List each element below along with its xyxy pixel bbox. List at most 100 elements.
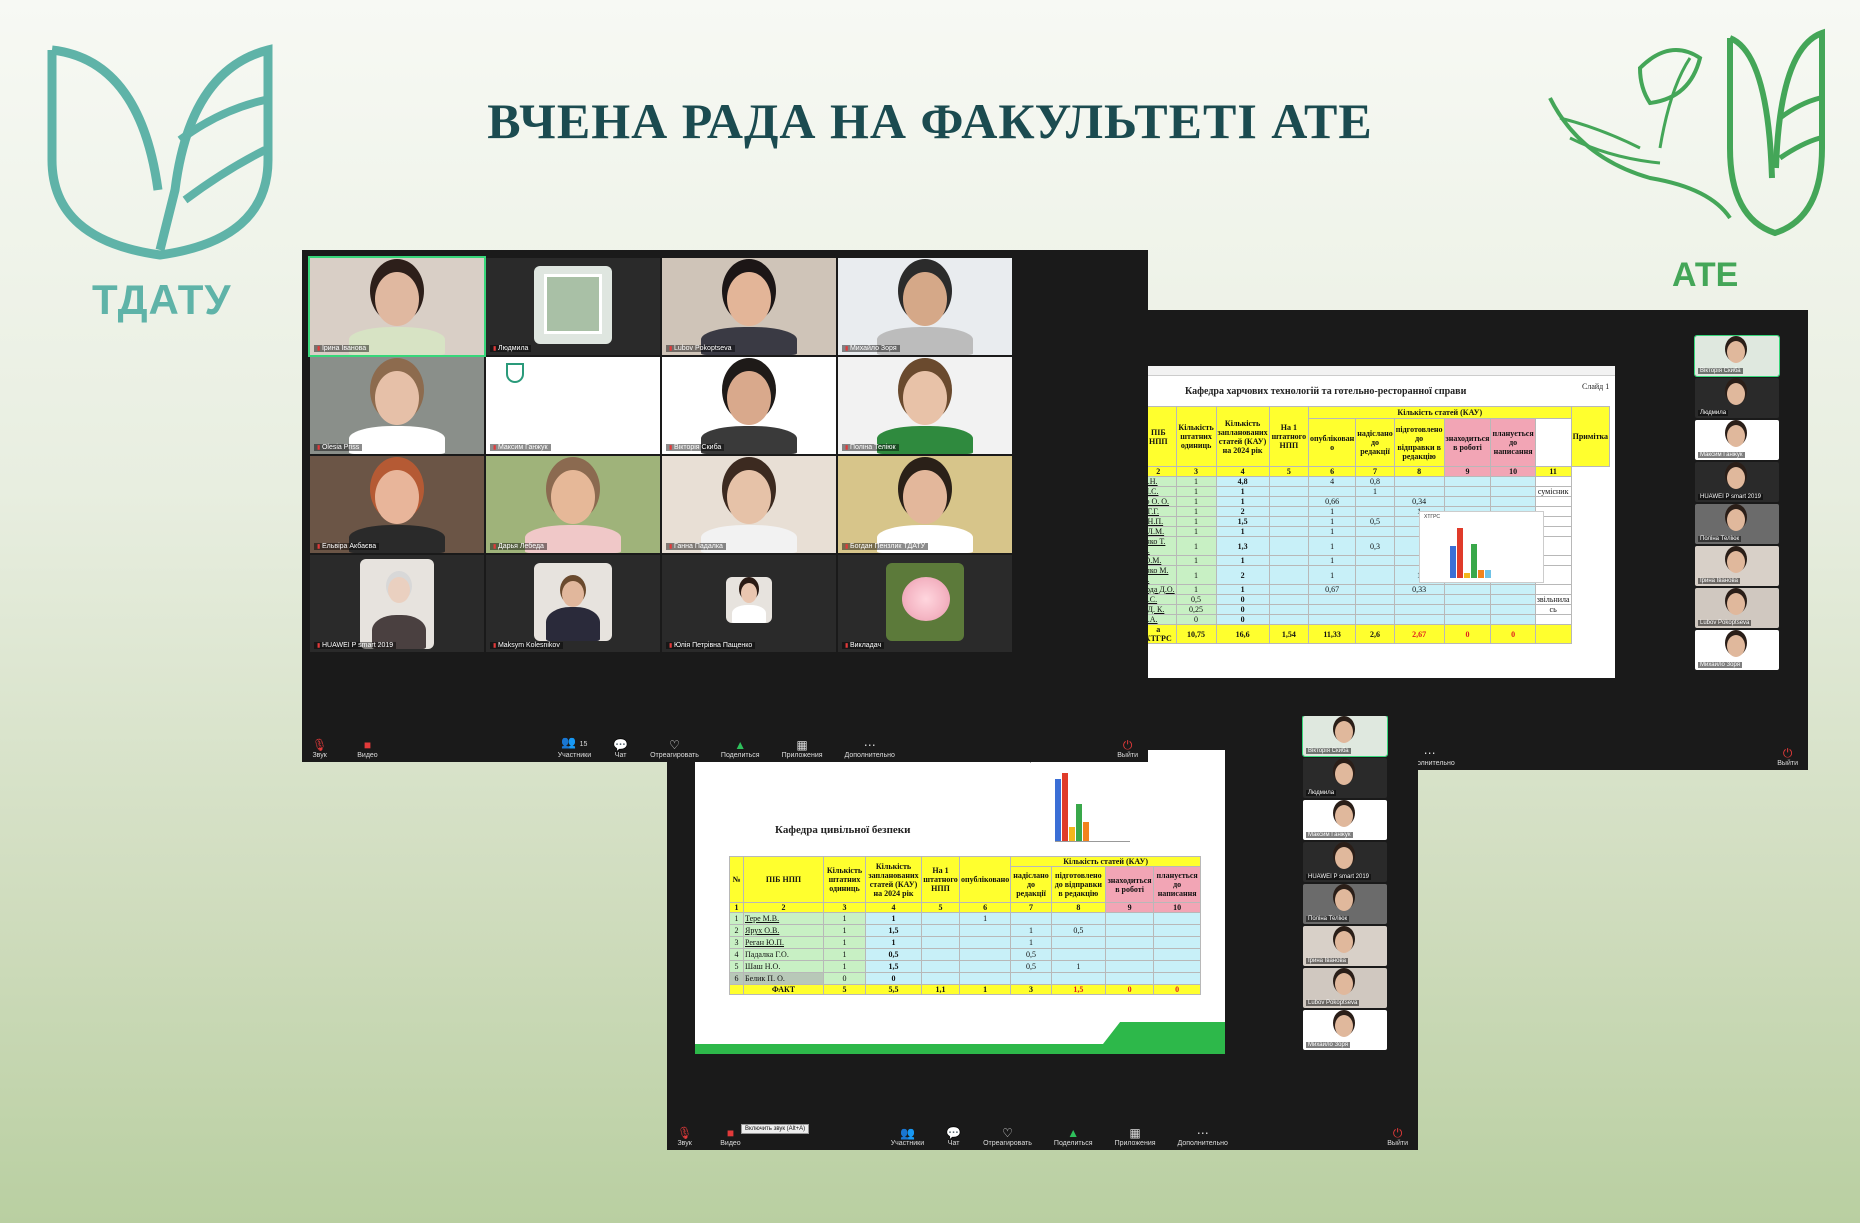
leave-button-2[interactable]: ⏻ Выйти — [1387, 1126, 1408, 1147]
chat-button-2[interactable]: 💬 Чат — [946, 1126, 961, 1147]
participant-tile[interactable]: Богдан Пензлик ТДАТУ — [838, 456, 1012, 553]
table-cell: 1 — [1215, 486, 1270, 497]
sidebar-participant-tile[interactable]: Ірина Іванова — [1303, 926, 1387, 966]
total-cell: 0 — [1490, 624, 1536, 644]
n9: 11 — [1534, 466, 1572, 477]
participants-label: Участники — [557, 752, 592, 759]
table-row: 4 Падалка Г.О. 1 0,5 0,5 — [729, 948, 1201, 961]
h9: Примітка — [1570, 406, 1611, 467]
h7: знаходиться в роботі — [1443, 418, 1492, 467]
apps-button-2[interactable]: ▦ Приложения — [1115, 1126, 1156, 1147]
sidebar-participant-tile[interactable]: HUAWEI P smart 2019 — [1303, 842, 1387, 882]
apps-button-g[interactable]: ▦ Приложения — [782, 738, 823, 759]
participant-tile[interactable]: Ельвіра Акбаєва — [310, 456, 484, 553]
table-cell — [1534, 584, 1572, 595]
video-button-2[interactable]: ■ Видео — [720, 1126, 740, 1147]
table-cell: 1,5 — [865, 924, 922, 937]
table-cell — [1268, 594, 1310, 605]
participant-tile[interactable]: Olesia Priss — [310, 357, 484, 454]
table-cell — [1268, 506, 1310, 517]
sidebar-participant-tile[interactable]: Lubov Pokoptseva — [1695, 588, 1779, 628]
m4: 5 — [921, 902, 960, 913]
table-cell — [1443, 486, 1492, 497]
table-cell — [958, 972, 1012, 985]
leave-button[interactable]: ⏻ Выйти — [1777, 746, 1798, 767]
sidebar-participant-name: Максим Ганжук — [1698, 452, 1745, 458]
sidebar-participant-tile[interactable]: Максим Ганжук — [1303, 800, 1387, 840]
share-button-2[interactable]: ▲ Поделиться — [1054, 1126, 1093, 1147]
react-button-2[interactable]: ♡ Отреагировать — [983, 1126, 1032, 1147]
sidebar-participant-tile[interactable]: Поліна Теліюк — [1303, 884, 1387, 924]
table-row: О.Н. 1 4,8 4 0,8 — [1140, 476, 1610, 487]
table-cell — [1393, 476, 1445, 487]
participant-tile[interactable]: Ганна Падалка — [662, 456, 836, 553]
m2: 3 — [823, 902, 866, 913]
table-cell — [1268, 476, 1310, 487]
participant-tile[interactable]: Максим Ганжук — [486, 357, 660, 454]
table-cell: 1 — [823, 948, 866, 961]
more-button-2[interactable]: ⋯ Дополнительно — [1178, 1126, 1228, 1147]
participant-tile[interactable]: Михайло Зоря — [838, 258, 1012, 355]
sidebar-participant-tile[interactable]: Вікторія Скиба — [1694, 335, 1780, 377]
table-cell: 1 — [1215, 555, 1270, 566]
table-cell — [1153, 912, 1201, 925]
m0: 1 — [729, 902, 744, 913]
table-cell — [1050, 936, 1106, 949]
video-button[interactable]: ■ Видео — [357, 738, 377, 759]
participants-button-2[interactable]: 👥 Участники — [891, 1126, 924, 1147]
sidebar-face — [1335, 721, 1353, 743]
sidebar-participant-tile[interactable]: Михайло Зоря — [1303, 1010, 1387, 1050]
participant-tile[interactable]: Викладач — [838, 555, 1012, 652]
table-cell: Тере М.В. — [743, 912, 824, 925]
table-cell: 1 — [1308, 526, 1357, 537]
total-cell: 3 — [1010, 984, 1052, 995]
sidebar-participant-tile[interactable]: Lubov Pokoptseva — [1303, 968, 1387, 1008]
sidebar-face — [1727, 341, 1745, 363]
participants-count: 15 — [579, 741, 588, 748]
sidebar-face — [1727, 593, 1745, 615]
table-cell: 0,5 — [1355, 516, 1395, 527]
participant-name: Lubov Pokoptseva — [666, 345, 735, 352]
participant-tile[interactable]: Юлія Петрівна Пащенко — [662, 555, 836, 652]
sidebar-participant-tile[interactable]: Людмила — [1695, 378, 1779, 418]
chart-bar — [1450, 545, 1456, 578]
sidebar-face — [1335, 1015, 1353, 1037]
c2h9: планується до написання — [1153, 866, 1201, 903]
shared-sheet-cb: Кафедра цивільної безпеки ЦБ № ПІБ НПП К… — [695, 750, 1225, 1054]
participant-tile[interactable]: Ірина Іванова — [308, 256, 486, 357]
table-cell — [1355, 604, 1395, 615]
table-row: 1 Тере М.В. 1 1 1 — [729, 912, 1201, 925]
participant-tile[interactable]: HUAWEI P smart 2019 — [310, 555, 484, 652]
chat-button[interactable]: 💬 Чат — [613, 738, 628, 759]
participants-button[interactable]: 👥 15 Участники — [558, 735, 591, 759]
participant-tile[interactable]: Дарья Лебеда — [486, 456, 660, 553]
participant-tile[interactable]: Maksym Kolesnikov — [486, 555, 660, 652]
sidebar-participant-tile[interactable]: Вікторія Скиба — [1302, 716, 1388, 757]
table-cell — [1355, 526, 1395, 537]
react-button-g[interactable]: ♡ Отреагировать — [650, 738, 699, 759]
table-cell: 1 — [1308, 506, 1357, 517]
sidebar-participant-tile[interactable]: Михайло Зоря — [1695, 630, 1779, 670]
sidebar-participant-tile[interactable]: Людмила — [1303, 758, 1387, 798]
participant-tile[interactable]: Людмила — [486, 258, 660, 355]
table-cell — [1050, 948, 1106, 961]
table-cell: 2 — [1215, 506, 1270, 517]
sheet1-slide: Слайд 1 — [1582, 382, 1610, 391]
c2h0: № — [729, 856, 744, 903]
participant-tile[interactable]: Поліна Теліюк — [838, 357, 1012, 454]
more-button-g[interactable]: ⋯ Дополнительно — [845, 738, 895, 759]
leave-button-g[interactable]: ⏻ Выйти — [1117, 738, 1138, 759]
num-row: 2 3 4 5 6 7 8 9 10 11 — [1140, 466, 1610, 477]
participant-tile[interactable]: Вікторія Скиба — [662, 357, 836, 454]
participant-tile[interactable]: Lubov Pokoptseva — [662, 258, 836, 355]
table-cell — [1153, 948, 1201, 961]
sidebar-participant-tile[interactable]: Поліна Теліюк — [1695, 504, 1779, 544]
share-button-g[interactable]: ▲ Поделиться — [721, 738, 760, 759]
sidebar-participant-tile[interactable]: HUAWEI P smart 2019 — [1695, 462, 1779, 502]
sidebar-participant-tile[interactable]: Ірина Іванова — [1695, 546, 1779, 586]
mic-button[interactable]: 🎙 Звук — [312, 738, 327, 759]
sidebar-participant-tile[interactable]: Максим Ганжук — [1695, 420, 1779, 460]
table-cell: 1 — [865, 936, 922, 949]
mic-button-2[interactable]: 🎙 Звук — [677, 1126, 692, 1147]
participant-name: Максим Ганжук — [490, 444, 551, 451]
